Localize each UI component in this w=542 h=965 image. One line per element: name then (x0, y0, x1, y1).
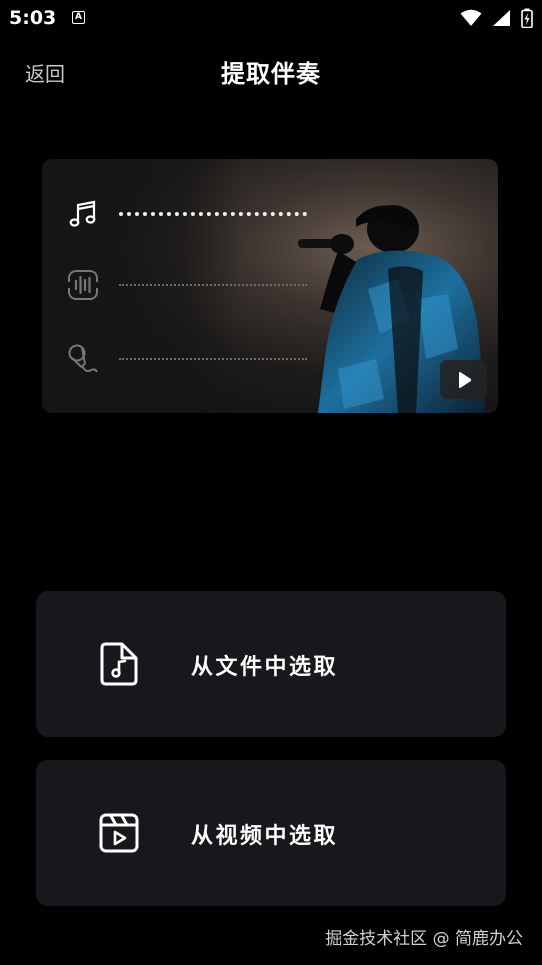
track-row-accompaniment (67, 268, 337, 302)
video-clip-icon (99, 813, 139, 853)
preview-card (42, 159, 498, 413)
track-waveform-inactive (119, 358, 307, 360)
track-row-vocal (67, 342, 337, 376)
select-from-video-button[interactable]: 从视频中选取 (36, 760, 506, 906)
track-waveform-active (119, 212, 307, 216)
audio-file-icon (100, 642, 138, 686)
status-time: 5:03 (9, 7, 57, 29)
page-title: 提取伴奏 (221, 60, 321, 88)
watermark: 掘金技术社区 @ 简鹿办公 (325, 929, 523, 949)
play-button[interactable] (440, 360, 487, 399)
audio-wave-icon (67, 270, 99, 300)
music-note-icon (69, 200, 96, 227)
battery-icon (521, 8, 533, 28)
header: 返回 提取伴奏 (0, 40, 542, 104)
select-from-file-label: 从文件中选取 (191, 655, 339, 680)
select-from-file-button[interactable]: 从文件中选取 (36, 591, 506, 737)
microphone-icon (68, 344, 98, 373)
notification-badge-icon: A (72, 11, 85, 24)
play-icon (458, 371, 471, 388)
status-icons (460, 8, 533, 28)
select-from-video-label: 从视频中选取 (191, 824, 339, 849)
cellular-signal-icon (493, 10, 510, 26)
track-waveform-inactive (119, 284, 307, 286)
track-row-music (67, 197, 337, 231)
status-bar: 5:03 A (0, 0, 542, 36)
wifi-icon (460, 9, 482, 26)
